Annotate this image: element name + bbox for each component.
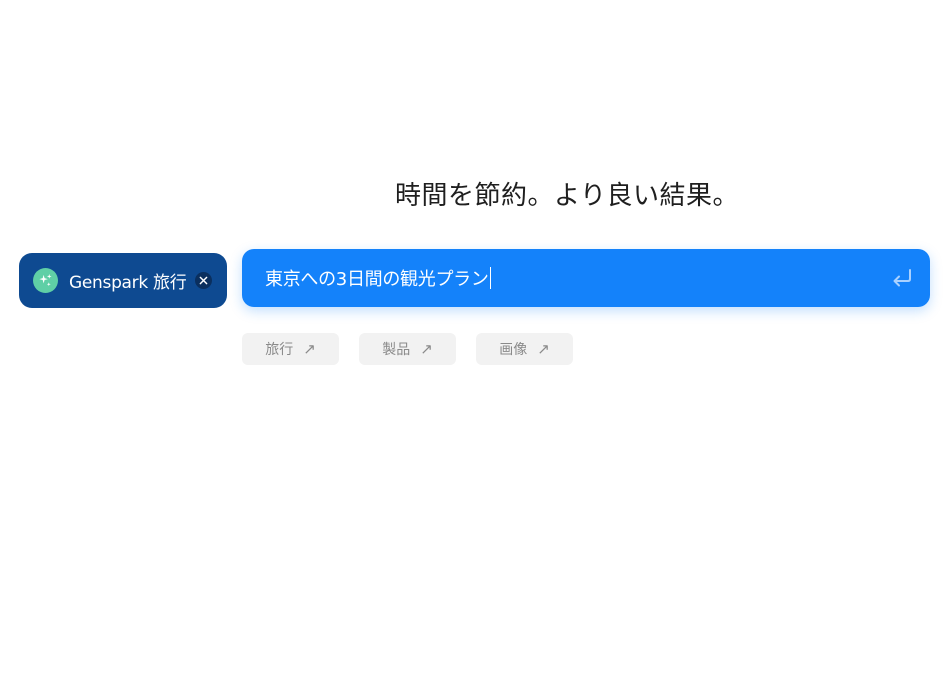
suggestion-product[interactable]: 製品 ↗ [359,333,456,365]
search-input-value: 東京への3日間の観光プラン [265,269,489,290]
close-icon[interactable] [195,272,213,289]
arrow-up-right-icon: ↗ [537,340,550,358]
arrow-up-right-icon: ↗ [303,340,316,358]
suggestion-travel[interactable]: 旅行 ↗ [242,333,339,365]
enter-icon[interactable] [890,266,914,290]
text-cursor [489,267,491,289]
suggestion-label: 旅行 [265,342,294,358]
page-headline: 時間を節約。より良い結果。 [395,181,739,211]
search-box[interactable]: 東京への3日間の観光プラン [242,249,930,307]
suggestion-list: 旅行 ↗ 製品 ↗ 画像 ↗ [242,333,573,365]
agent-chip-genspark-travel[interactable]: Genspark 旅行 [19,253,227,308]
page: 時間を節約。より良い結果。 Genspark 旅行 東京への3日間の観光プラン [0,0,944,698]
suggestion-image[interactable]: 画像 ↗ [476,333,573,365]
search-input[interactable]: 東京への3日間の観光プラン [265,265,890,291]
agent-chip-label: Genspark 旅行 [69,273,187,293]
suggestion-label: 画像 [499,342,528,358]
sparkle-icon [33,268,58,293]
arrow-up-right-icon: ↗ [420,340,433,358]
suggestion-label: 製品 [382,342,411,358]
